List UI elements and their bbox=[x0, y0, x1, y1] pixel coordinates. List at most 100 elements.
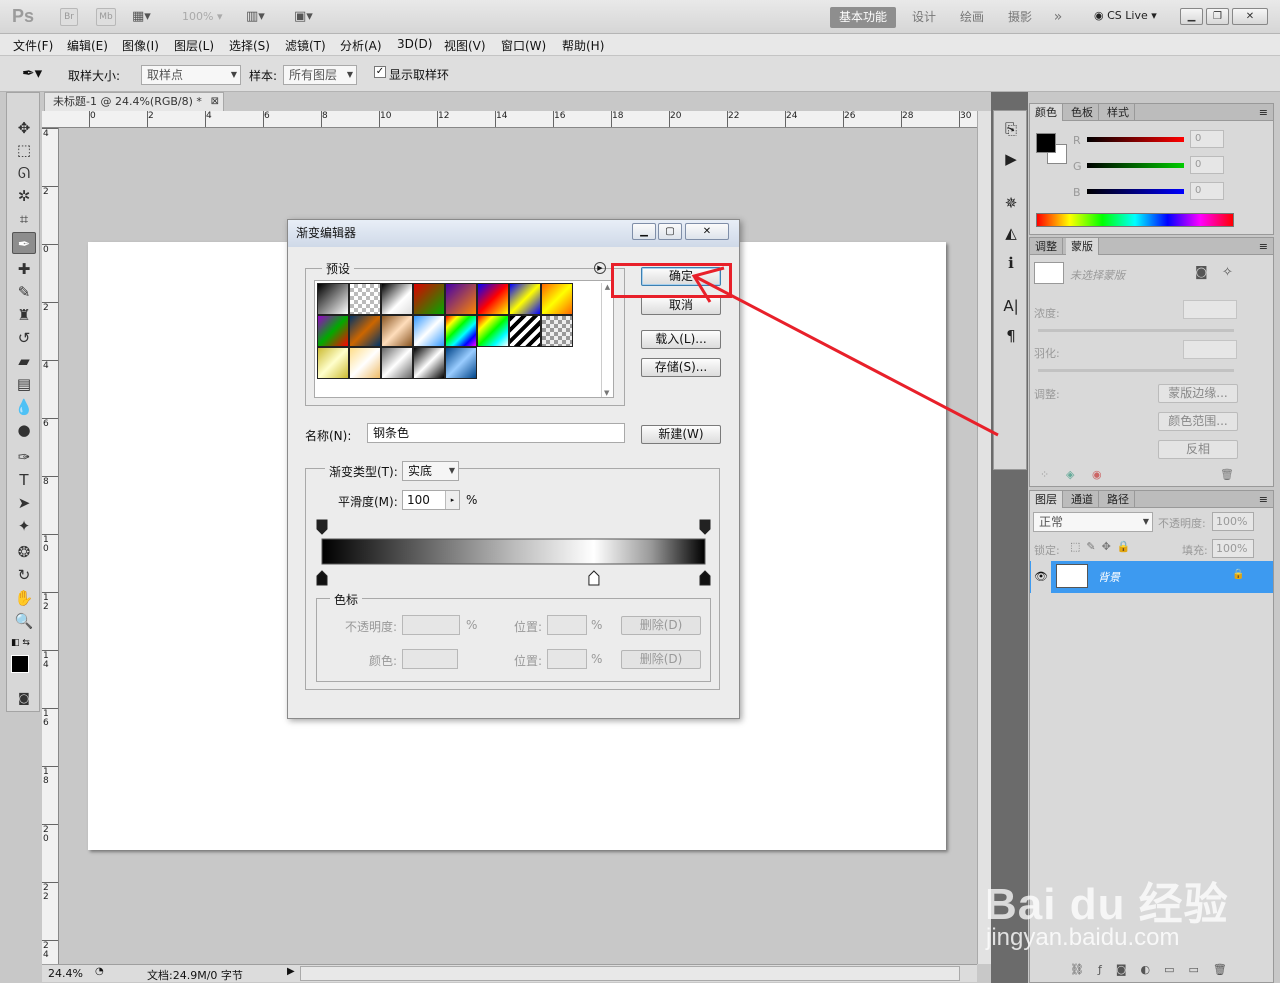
show-ring-checkbox[interactable]: ✓ bbox=[374, 66, 386, 78]
smoothness-field[interactable]: 100 ▸ bbox=[402, 490, 460, 510]
preset-orange-yellow[interactable] bbox=[541, 283, 573, 315]
preset-violet-orange[interactable] bbox=[445, 283, 477, 315]
3d-orbit-tool-icon[interactable]: ↻ bbox=[12, 564, 36, 586]
opacity-field[interactable]: 100% bbox=[1212, 512, 1254, 531]
document-tab[interactable]: 未标题-1 @ 24.4%(RGB/8) * ⊠ bbox=[44, 92, 224, 111]
shape-tool-icon[interactable]: ✦ bbox=[12, 515, 36, 537]
menu-analysis[interactable]: 分析(A) bbox=[340, 37, 382, 54]
preset-spectrum[interactable] bbox=[445, 315, 477, 347]
stop-opacity-position-field[interactable] bbox=[547, 615, 587, 635]
horizontal-scrollbar[interactable] bbox=[300, 966, 960, 981]
close-icon[interactable]: ⊠ bbox=[211, 93, 219, 110]
color-stop[interactable] bbox=[699, 570, 711, 586]
channel-g-slider[interactable] bbox=[1087, 163, 1184, 168]
workspace-photography[interactable]: 摄影 bbox=[1000, 7, 1040, 28]
layer-row-background[interactable]: 👁 背景 🔒 bbox=[1030, 561, 1273, 593]
hand-tool-icon[interactable]: ✋ bbox=[12, 587, 36, 609]
clone-stamp-tool-icon[interactable]: ♜ bbox=[12, 304, 36, 326]
eyedropper-preset-icon[interactable]: ✒▾ bbox=[22, 64, 42, 82]
maximize-icon[interactable]: ▢ bbox=[658, 223, 682, 240]
minimize-icon[interactable]: ▁ bbox=[632, 223, 656, 240]
workspace-essentials[interactable]: 基本功能 bbox=[830, 7, 896, 28]
preset-gold-2[interactable] bbox=[349, 347, 381, 379]
feather-field[interactable] bbox=[1183, 340, 1237, 359]
delete-opacity-stop-button[interactable]: 删除(D) bbox=[621, 616, 701, 635]
trash-icon[interactable]: 🗑 bbox=[1220, 468, 1234, 481]
smoothness-arrow-icon[interactable]: ▸ bbox=[445, 491, 459, 509]
preset-blue-red-yellow[interactable] bbox=[477, 283, 509, 315]
preset-silver[interactable] bbox=[381, 347, 413, 379]
dodge-tool-icon[interactable]: ● bbox=[12, 419, 36, 441]
history-brush-tool-icon[interactable]: ↺ bbox=[12, 327, 36, 349]
foreground-color-swatch[interactable] bbox=[11, 655, 29, 673]
preset-chrome[interactable] bbox=[413, 315, 445, 347]
density-field[interactable] bbox=[1183, 300, 1237, 319]
disable-mask-icon[interactable]: ◉ bbox=[1092, 468, 1102, 481]
layer-actions-icons[interactable]: ⛓ƒ◙◐▭▭🗑 bbox=[1070, 963, 1241, 976]
preset-stripes[interactable] bbox=[509, 315, 541, 347]
menu-window[interactable]: 窗口(W) bbox=[501, 37, 546, 54]
minimize-icon[interactable]: ▁ bbox=[1180, 8, 1203, 25]
mini-bridge-icon[interactable]: Mb bbox=[96, 8, 116, 26]
gradient-bar[interactable] bbox=[321, 538, 706, 565]
zoom-level-menu[interactable]: 100% ▾ bbox=[182, 10, 222, 23]
eraser-tool-icon[interactable]: ▰ bbox=[12, 350, 36, 372]
zoom-field[interactable]: 24.4% bbox=[48, 967, 83, 980]
lasso-tool-icon[interactable]: ᘏ bbox=[12, 162, 36, 184]
sample-select[interactable]: 所有图层 ▼ bbox=[283, 65, 357, 85]
presets-menu-icon[interactable]: ▶ bbox=[594, 262, 606, 274]
blur-tool-icon[interactable]: 💧 bbox=[12, 396, 36, 418]
crop-tool-icon[interactable]: ⌗ bbox=[12, 208, 36, 230]
channel-r-value[interactable]: 0 bbox=[1190, 130, 1224, 148]
foreground-color-swatch[interactable] bbox=[1036, 133, 1056, 153]
eyedropper-tool-icon[interactable]: ✒ bbox=[12, 232, 36, 254]
cs-live-menu[interactable]: ◉ CS Live ▾ bbox=[1094, 9, 1157, 22]
gradient-tool-icon[interactable]: ▤ bbox=[12, 373, 36, 395]
opacity-stop[interactable] bbox=[699, 519, 711, 535]
sample-size-select[interactable]: 取样点 ▼ bbox=[141, 65, 241, 85]
quick-select-tool-icon[interactable]: ✲ bbox=[12, 185, 36, 207]
preset-violet-green-orange[interactable] bbox=[317, 315, 349, 347]
fill-field[interactable]: 100% bbox=[1212, 539, 1254, 558]
panel-menu-icon[interactable]: ≡ bbox=[1254, 104, 1273, 121]
arrange-documents-icon[interactable]: ▥▾ bbox=[246, 8, 280, 26]
preset-transparent-2[interactable] bbox=[541, 315, 573, 347]
mask-edge-button[interactable]: 蒙版边缘... bbox=[1158, 384, 1238, 403]
lock-icons[interactable]: ⬚✎✥🔒 bbox=[1070, 540, 1137, 553]
name-input[interactable]: 钢条色 bbox=[367, 423, 625, 443]
tab-swatches[interactable]: 色板 bbox=[1066, 104, 1099, 121]
3d-rotate-tool-icon[interactable]: ❂ bbox=[12, 541, 36, 563]
more-workspaces-icon[interactable]: » bbox=[1046, 7, 1070, 28]
channel-g-value[interactable]: 0 bbox=[1190, 156, 1224, 174]
menu-filter[interactable]: 滤镜(T) bbox=[285, 37, 326, 54]
layer-name[interactable]: 背景 bbox=[1098, 569, 1120, 585]
panel-menu-icon[interactable]: ≡ bbox=[1254, 491, 1273, 508]
preset-transparent-rainbow[interactable] bbox=[477, 315, 509, 347]
blend-mode-select[interactable]: 正常 ▼ bbox=[1033, 512, 1153, 532]
menu-layer[interactable]: 图层(L) bbox=[174, 37, 214, 54]
menu-view[interactable]: 视图(V) bbox=[444, 37, 486, 54]
pen-tool-icon[interactable]: ✑ bbox=[12, 446, 36, 468]
brush-tool-icon[interactable]: ✎ bbox=[12, 281, 36, 303]
preset-blue-steel[interactable] bbox=[445, 347, 477, 379]
preset-copper-blue[interactable] bbox=[349, 315, 381, 347]
menu-help[interactable]: 帮助(H) bbox=[562, 37, 604, 54]
restore-icon[interactable]: ❐ bbox=[1206, 8, 1229, 25]
feather-slider[interactable] bbox=[1038, 369, 1234, 372]
menu-file[interactable]: 文件(F) bbox=[13, 37, 53, 54]
status-menu-arrow-icon[interactable]: ▶ bbox=[287, 966, 295, 977]
navigator-panel-icon[interactable]: ✵ bbox=[1001, 193, 1021, 213]
gradient-type-select[interactable]: 实底 ▼ bbox=[402, 461, 459, 481]
pixel-mask-icon[interactable]: ◙ bbox=[1195, 265, 1208, 280]
density-slider[interactable] bbox=[1038, 329, 1234, 332]
vector-mask-icon[interactable]: ✧ bbox=[1222, 265, 1233, 280]
move-tool-icon[interactable]: ✥ bbox=[12, 117, 36, 139]
workspace-design[interactable]: 设计 bbox=[904, 7, 944, 28]
channel-b-slider[interactable] bbox=[1087, 189, 1184, 194]
preset-transparent-1[interactable] bbox=[349, 283, 381, 315]
path-selection-tool-icon[interactable]: ➤ bbox=[12, 492, 36, 514]
color-stop[interactable] bbox=[316, 570, 328, 586]
color-stop[interactable] bbox=[588, 570, 600, 586]
apply-mask-icon[interactable]: ◈ bbox=[1066, 468, 1074, 481]
menu-select[interactable]: 选择(S) bbox=[229, 37, 270, 54]
